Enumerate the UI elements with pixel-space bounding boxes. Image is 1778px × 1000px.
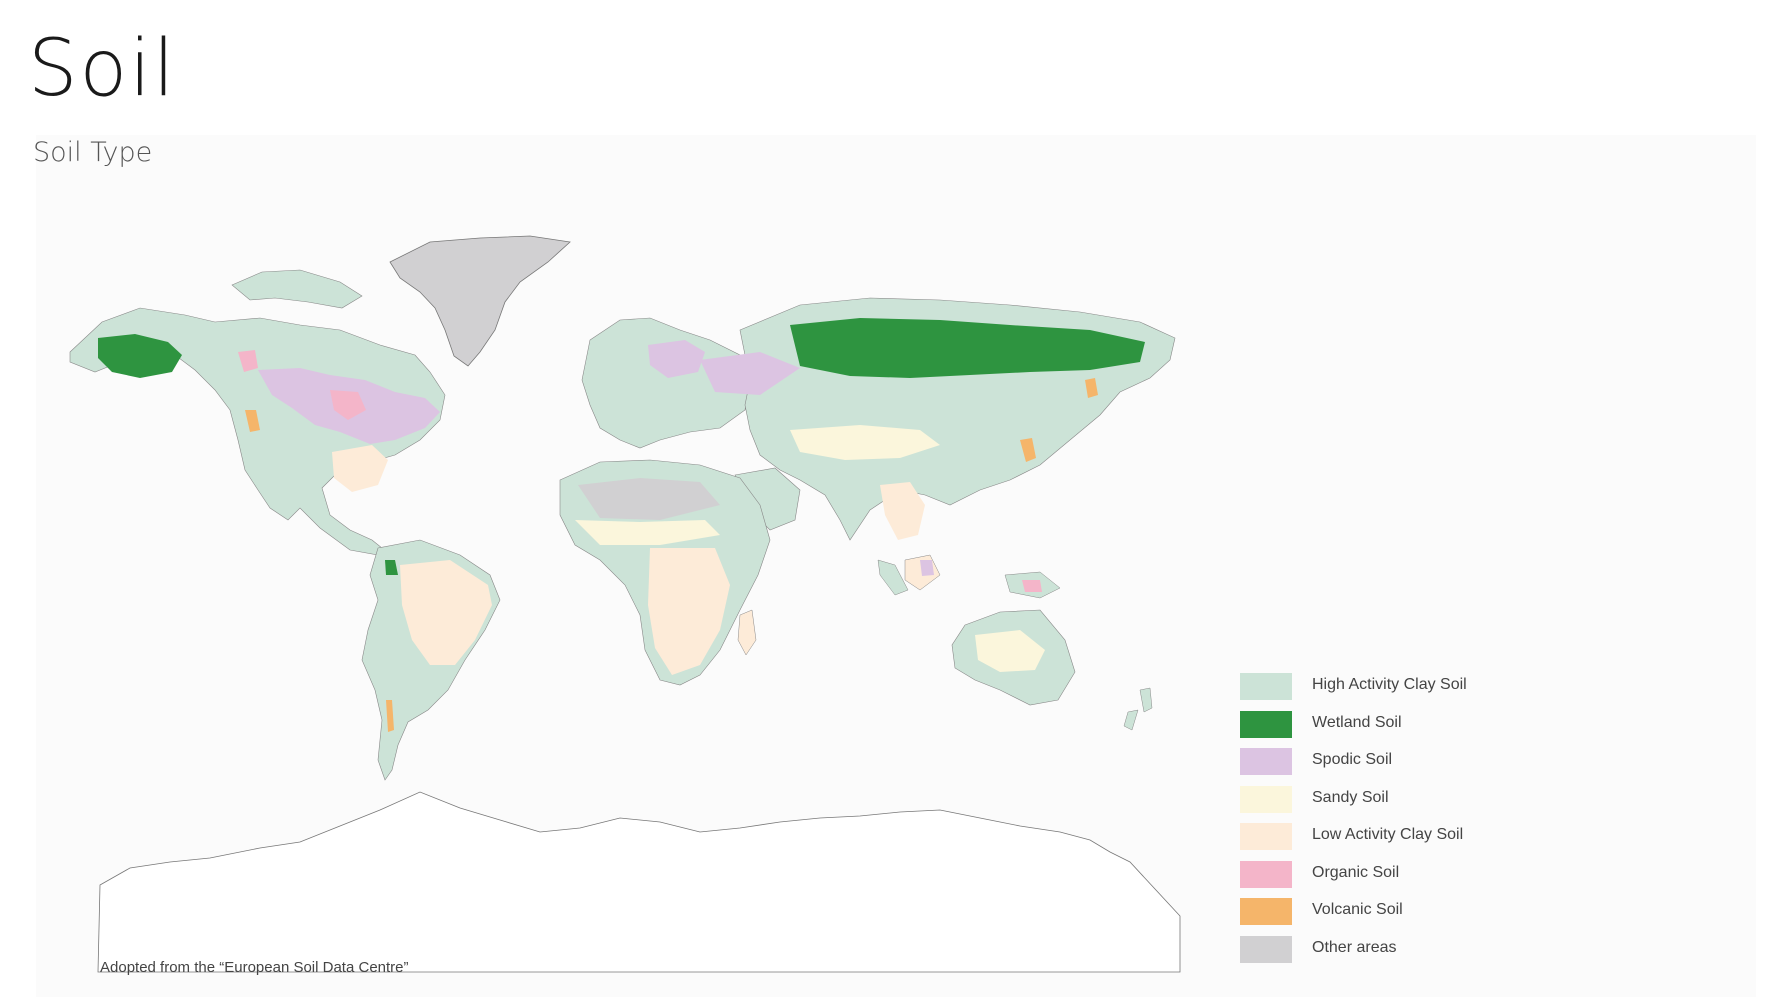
legend-swatch [1240, 748, 1292, 775]
map-legend: High Activity Clay Soil Wetland Soil Spo… [1240, 673, 1540, 973]
legend-label: Low Activity Clay Soil [1312, 826, 1464, 843]
legend-item-spodic: Spodic Soil [1240, 748, 1540, 786]
new-guinea-organic [1022, 580, 1042, 592]
legend-item-high-activity-clay: High Activity Clay Soil [1240, 673, 1540, 711]
legend-swatch [1240, 898, 1292, 925]
legend-label: Spodic Soil [1312, 751, 1393, 768]
new-zealand-north [1139, 687, 1153, 713]
legend-label: High Activity Clay Soil [1312, 676, 1467, 693]
sumatra [877, 559, 909, 596]
legend-label: Volcanic Soil [1312, 901, 1403, 918]
borneo-spodic [920, 560, 934, 576]
new-zealand-south [1123, 709, 1139, 731]
legend-item-other-areas: Other areas [1240, 935, 1540, 974]
legend-swatch [1240, 935, 1292, 963]
madagascar [737, 609, 757, 656]
legend-label: Organic Soil [1312, 863, 1400, 881]
source-attribution: Adopted from the “European Soil Data Cen… [100, 959, 409, 976]
legend-swatch [1240, 785, 1292, 813]
southern-africa-low-activity-clay [648, 548, 730, 675]
canadian-arctic-islands [231, 269, 363, 309]
legend-label: Sandy Soil [1312, 788, 1389, 806]
legend-label: Other areas [1312, 938, 1397, 956]
legend-item-sandy: Sandy Soil [1240, 785, 1540, 824]
legend-label: Wetland Soil [1312, 713, 1402, 731]
legend-swatch [1240, 860, 1292, 888]
legend-item-organic: Organic Soil [1240, 860, 1540, 899]
soil-map-page: Soil Soil Type High Activity Clay Soil W… [0, 0, 1778, 1000]
greenland [389, 235, 571, 367]
legend-swatch [1240, 710, 1292, 738]
antarctica [97, 791, 1181, 973]
legend-item-volcanic: Volcanic Soil [1240, 898, 1540, 936]
legend-item-low-activity-clay: Low Activity Clay Soil [1240, 823, 1540, 861]
legend-swatch [1240, 823, 1292, 850]
legend-swatch [1240, 673, 1292, 700]
legend-item-wetland: Wetland Soil [1240, 710, 1540, 749]
